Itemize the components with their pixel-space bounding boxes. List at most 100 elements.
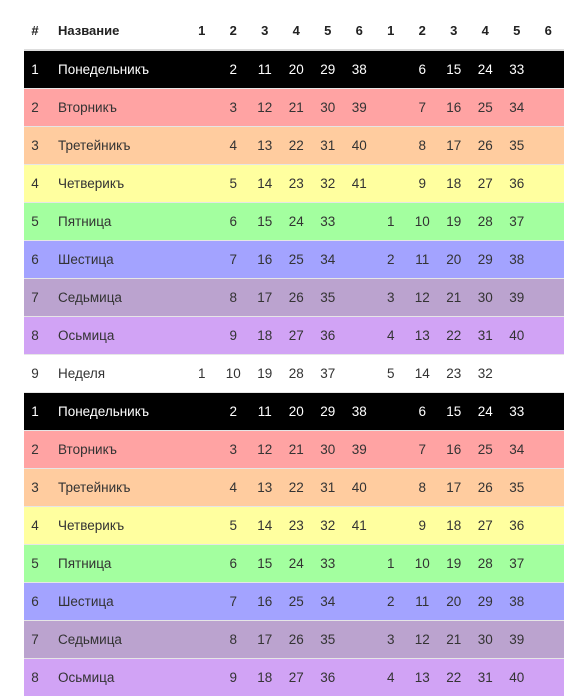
row-cell: 33 bbox=[312, 203, 344, 241]
row-cell bbox=[533, 317, 565, 355]
row-cell: 5 bbox=[218, 507, 250, 545]
row-cell: 39 bbox=[501, 621, 533, 659]
row-cell bbox=[186, 165, 218, 203]
row-cell: 8 bbox=[218, 279, 250, 317]
row-cell: 32 bbox=[470, 355, 502, 393]
row-cell: 24 bbox=[470, 50, 502, 89]
row-cell: 20 bbox=[281, 393, 313, 431]
row-number: 8 bbox=[24, 317, 46, 355]
row-cell: 27 bbox=[281, 659, 313, 696]
row-cell: 13 bbox=[249, 127, 281, 165]
row-cell: 19 bbox=[438, 545, 470, 583]
row-cell: 35 bbox=[312, 621, 344, 659]
row-number: 7 bbox=[24, 279, 46, 317]
row-cell: 12 bbox=[249, 431, 281, 469]
row-cell: 7 bbox=[407, 89, 439, 127]
calendar-table: # Название 123456123456 1Понедельникъ211… bbox=[24, 12, 564, 696]
row-cell: 29 bbox=[470, 241, 502, 279]
row-cell bbox=[375, 469, 407, 507]
row-cell: 3 bbox=[218, 431, 250, 469]
row-cell: 34 bbox=[312, 241, 344, 279]
row-cell: 17 bbox=[438, 469, 470, 507]
row-cell: 6 bbox=[407, 393, 439, 431]
row-cell bbox=[533, 279, 565, 317]
row-cell: 9 bbox=[218, 317, 250, 355]
header-num: # bbox=[24, 12, 46, 50]
row-cell: 19 bbox=[249, 355, 281, 393]
row-cell bbox=[533, 203, 565, 241]
row-cell: 21 bbox=[438, 279, 470, 317]
row-number: 2 bbox=[24, 431, 46, 469]
row-cell: 18 bbox=[438, 165, 470, 203]
row-cell: 20 bbox=[281, 50, 313, 89]
row-cell: 13 bbox=[407, 317, 439, 355]
row-name: Осьмица bbox=[46, 659, 186, 696]
row-cell: 32 bbox=[312, 165, 344, 203]
row-cell: 41 bbox=[344, 165, 376, 203]
row-cell: 29 bbox=[312, 50, 344, 89]
row-cell: 32 bbox=[312, 507, 344, 545]
row-cell: 39 bbox=[344, 431, 376, 469]
header-col-2: 2 bbox=[218, 12, 250, 50]
row-cell bbox=[186, 469, 218, 507]
row-cell: 19 bbox=[438, 203, 470, 241]
row-cell: 2 bbox=[375, 583, 407, 621]
row-cell: 36 bbox=[501, 507, 533, 545]
row-cell: 3 bbox=[375, 279, 407, 317]
row-cell: 38 bbox=[344, 50, 376, 89]
row-cell bbox=[186, 50, 218, 89]
row-cell bbox=[501, 355, 533, 393]
row-name: Вторникъ bbox=[46, 89, 186, 127]
row-cell: 24 bbox=[470, 393, 502, 431]
row-cell: 20 bbox=[438, 241, 470, 279]
row-cell bbox=[344, 279, 376, 317]
row-cell bbox=[533, 355, 565, 393]
row-cell: 15 bbox=[249, 545, 281, 583]
row-cell: 11 bbox=[249, 50, 281, 89]
row-cell: 16 bbox=[438, 89, 470, 127]
row-cell: 14 bbox=[249, 507, 281, 545]
row-cell: 17 bbox=[249, 621, 281, 659]
row-cell: 5 bbox=[218, 165, 250, 203]
row-cell: 40 bbox=[501, 317, 533, 355]
row-cell: 34 bbox=[501, 89, 533, 127]
row-cell bbox=[533, 659, 565, 696]
row-cell: 5 bbox=[375, 355, 407, 393]
row-cell: 28 bbox=[470, 203, 502, 241]
table-row: 8Осьмица9182736413223140 bbox=[24, 659, 564, 696]
row-cell: 27 bbox=[470, 507, 502, 545]
row-cell bbox=[533, 545, 565, 583]
row-cell: 30 bbox=[470, 279, 502, 317]
header-col-9: 3 bbox=[438, 12, 470, 50]
row-cell: 34 bbox=[312, 583, 344, 621]
row-cell: 30 bbox=[470, 621, 502, 659]
row-cell: 24 bbox=[281, 203, 313, 241]
header-name: Название bbox=[46, 12, 186, 50]
row-cell bbox=[533, 583, 565, 621]
row-cell: 35 bbox=[312, 279, 344, 317]
row-cell: 25 bbox=[470, 89, 502, 127]
row-name: Седьмица bbox=[46, 621, 186, 659]
row-number: 5 bbox=[24, 545, 46, 583]
row-cell: 8 bbox=[407, 469, 439, 507]
row-cell: 40 bbox=[501, 659, 533, 696]
row-cell: 16 bbox=[249, 583, 281, 621]
row-cell bbox=[186, 507, 218, 545]
row-cell bbox=[186, 545, 218, 583]
row-cell: 12 bbox=[407, 621, 439, 659]
row-cell: 7 bbox=[407, 431, 439, 469]
row-cell: 30 bbox=[312, 431, 344, 469]
row-cell: 2 bbox=[218, 393, 250, 431]
row-cell bbox=[533, 50, 565, 89]
row-cell: 12 bbox=[407, 279, 439, 317]
row-cell: 1 bbox=[186, 355, 218, 393]
row-cell: 40 bbox=[344, 469, 376, 507]
header-col-4: 4 bbox=[281, 12, 313, 50]
row-cell: 26 bbox=[281, 279, 313, 317]
row-cell: 6 bbox=[407, 50, 439, 89]
row-cell bbox=[344, 621, 376, 659]
row-cell bbox=[533, 469, 565, 507]
row-cell: 23 bbox=[438, 355, 470, 393]
row-cell bbox=[344, 545, 376, 583]
row-cell bbox=[533, 165, 565, 203]
